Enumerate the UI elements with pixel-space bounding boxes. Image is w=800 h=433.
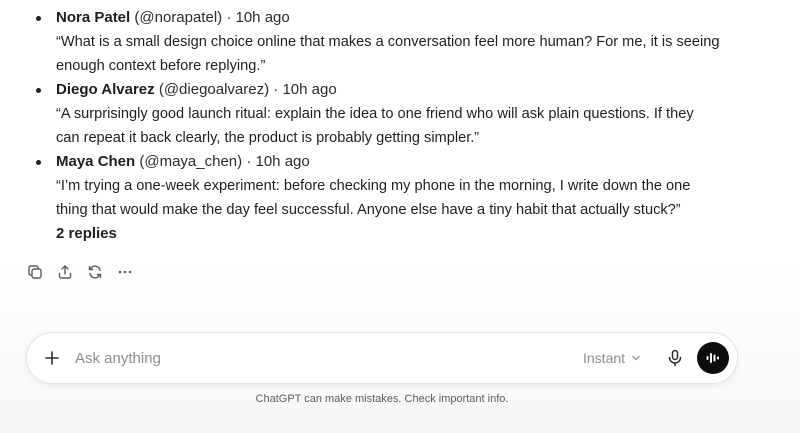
chat-page: Nora Patel (@norapatel) · 10h ago “What … — [0, 0, 800, 433]
post-line: thing that would make the day feel succe… — [56, 202, 681, 218]
dictate-button[interactable] — [665, 348, 685, 368]
disclaimer-text: ChatGPT can make mistakes. Check importa… — [255, 393, 509, 405]
regenerate-button[interactable] — [86, 263, 104, 281]
separator: · — [226, 9, 232, 26]
bullet-icon — [36, 160, 41, 165]
separator: · — [273, 81, 279, 98]
post-header: Maya Chen (@maya_chen) · 10h ago — [56, 150, 750, 174]
author-handle: (@maya_chen) — [139, 153, 243, 170]
author-name: Maya Chen — [56, 153, 136, 170]
post-line: “What is a small design choice online th… — [56, 34, 720, 50]
post-item: Maya Chen (@maya_chen) · 10h ago “I’m tr… — [0, 150, 800, 246]
post-header: Diego Alvarez (@diegoalvarez) · 10h ago — [56, 78, 750, 102]
more-icon — [118, 270, 132, 274]
post-time: 10h ago — [235, 9, 290, 26]
share-icon — [58, 265, 72, 279]
post-line: “A surprisingly good launch ritual: expl… — [56, 106, 694, 122]
bullet-icon — [36, 88, 41, 93]
post-line: enough context before replying.” — [56, 58, 266, 74]
post-body: “A surprisingly good launch ritual: expl… — [56, 102, 750, 150]
model-label: Instant — [583, 350, 626, 366]
replies-link[interactable]: 2 replies — [56, 222, 750, 246]
prompt-input[interactable] — [75, 346, 555, 370]
post-body: “What is a small design choice online th… — [56, 30, 750, 78]
post-list: Nora Patel (@norapatel) · 10h ago “What … — [0, 6, 800, 246]
post-line: can repeat it back clearly, the product … — [56, 130, 480, 146]
author-handle: (@norapatel) — [134, 9, 223, 26]
voice-mode-icon — [706, 353, 719, 363]
chevron-down-icon — [632, 355, 640, 361]
add-attachment-button[interactable] — [41, 347, 63, 369]
author-name: Diego Alvarez — [56, 81, 155, 98]
bullet-icon — [36, 16, 41, 21]
post-time: 10h ago — [255, 153, 310, 170]
author-name: Nora Patel — [56, 9, 131, 26]
more-options-button[interactable] — [116, 263, 134, 281]
separator: · — [246, 153, 252, 170]
post-item: Diego Alvarez (@diegoalvarez) · 10h ago … — [0, 78, 800, 150]
copy-button[interactable] — [26, 263, 44, 281]
post-line: “I’m trying a one-week experiment: befor… — [56, 178, 691, 194]
plus-icon — [45, 351, 59, 365]
prompt-composer: Instant — [26, 332, 738, 384]
model-selector[interactable]: Instant — [583, 348, 641, 368]
post-header: Nora Patel (@norapatel) · 10h ago — [56, 6, 750, 30]
post-item: Nora Patel (@norapatel) · 10h ago “What … — [0, 6, 800, 78]
post-body: “I’m trying a one-week experiment: befor… — [56, 174, 750, 222]
share-button[interactable] — [56, 263, 74, 281]
post-time: 10h ago — [282, 81, 337, 98]
voice-mode-button[interactable] — [697, 342, 729, 374]
message-actions — [26, 262, 134, 282]
microphone-icon — [668, 349, 682, 367]
regenerate-icon — [88, 265, 102, 279]
copy-icon — [28, 265, 42, 279]
author-handle: (@diegoalvarez) — [158, 81, 270, 98]
